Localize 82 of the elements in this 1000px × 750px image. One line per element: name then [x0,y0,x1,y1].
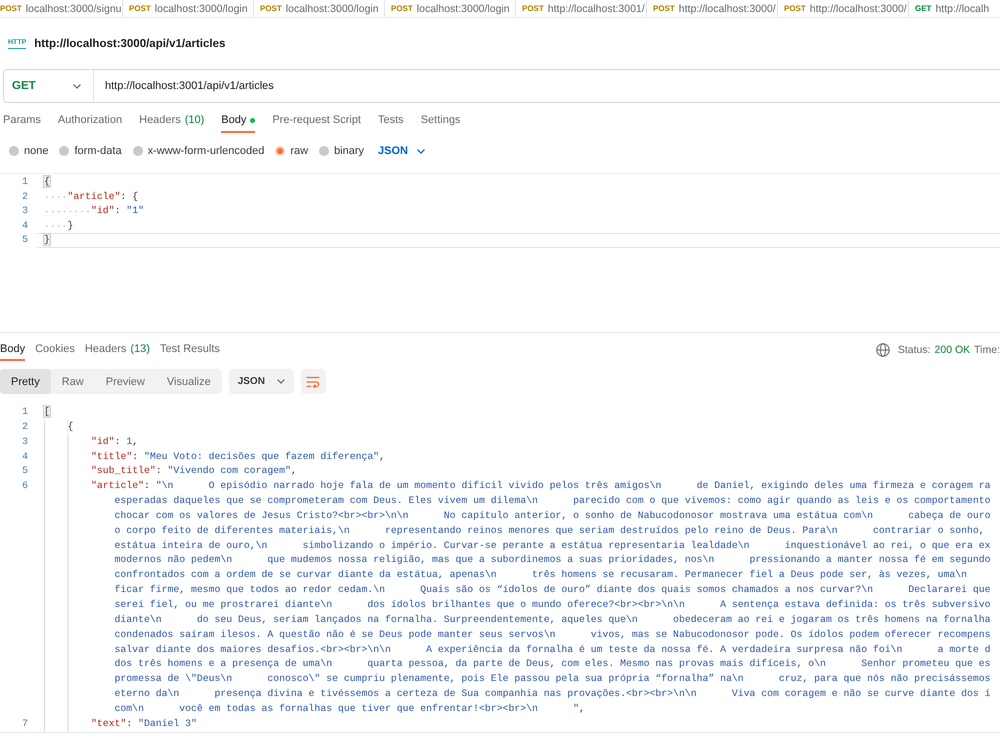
request-section-tab[interactable]: Body [221,109,256,133]
code-line: { [68,420,74,434]
request-section-tab[interactable]: Settings [420,109,460,133]
view-tab[interactable]: Visualize [156,369,222,394]
request-tab[interactable]: POST localhost:3000/login [253,0,384,17]
code-line: } [68,218,74,232]
code-line: modernos não pedem\n que mudemos nossa religião, mas que a subordinemos a suas prioridades, nos\n pressionando a manter nossa fé em segundo [114,553,991,568]
code-line: confrontados com a ordem de se curvar diante da estátua, apenas\n três homens se recusaram. Permanecer fiel a Deus pode ser, às vezes, uma\n [114,568,968,582]
line-number: 3 [21,204,29,218]
code-line: "title": "Meu Voto: decisões que fazem diferença", [91,450,386,464]
radio-icon[interactable] [59,146,70,156]
radio-icon[interactable] [132,146,143,156]
request-section-tab[interactable]: Params [3,109,41,133]
radio-option[interactable]: raw [275,145,308,157]
code-line: "sub_title": "Vivendo com coragem", [91,464,297,478]
code-line: "text": "Daniel 3" [91,716,197,731]
chevron-down-icon [276,379,285,384]
line-number: 5 [21,464,29,478]
radio-option[interactable]: x-www-form-urlencoded [132,145,264,157]
language-dropdown[interactable]: JSON [228,369,294,394]
request-section-tab[interactable]: Tests [378,109,404,133]
request-tab[interactable]: POST localhost:3000/login [384,0,515,17]
response-section-tab[interactable]: Headers (13) [84,339,150,361]
wrap-lines-button[interactable] [300,369,326,394]
line-number: 2 [21,420,29,434]
request-tab[interactable]: POST http://localhost:3000/ [646,0,777,17]
code-line: condenados saíram ilesos. A questão não é se Deus pode manter seus servos\n vivos, mas se Nabucodonosor pode. Os ídolos podem oferecer recompens [114,628,991,642]
status-code: 200 OK [934,344,970,356]
code-line: o corpo feito de diferentes materiais,\n representando reinos menores que seriam destruídos pelo reino de Deus. Para\n contrariar o sonho, [114,524,985,538]
status-label: Status: [898,344,931,356]
code-line: salvar diante dos maiores desafios.<br><br>\n\n A experiência da fornalha é um teste da nossa fé. A verdadeira surpresa não foi\n a morte d [114,642,991,656]
code-line: "article": "\n O episódio narrado hoje fala de um momento difícil vivido pelos três amigos\n de Daniel, exigindo deles uma firmeza e coragem ra [91,479,991,494]
line-number: 1 [21,175,29,189]
line-number: 4 [21,218,29,232]
language-dropdown[interactable]: JSON [378,145,425,157]
code-line: diante\n do seu Deus, seriam lançados na fornalha. Surpreendentemente, aqueles que\n obedeceram ao rei e jogaram os três homens na fornalha [114,612,991,627]
code-line: ficar firme, mesmo que todos ao redor cedam.\n Quais são os “ídolos de ouro” diante dos quais somos chamados a nos curvar?\n Declararei que [114,583,991,598]
code-line: esperadas daqueles que se comprometeram com Deus. Eles vivem um dilema\n parecido com o que vivemos: como agir quando as leis e os comportamento [114,494,991,508]
code-line: com\n você em todas as fornalhas que tiver que enfrentar!<br><br>\n ", [114,702,585,716]
code-line: "article": { [68,190,138,204]
view-tab[interactable]: Pretty [0,369,51,394]
request-tab[interactable]: POST http://localhost:3001/ [515,0,646,17]
globe-icon[interactable] [876,343,890,357]
code-line: "id": 1, [91,434,138,449]
code-line: serei fiel, ou me prostrarei diante\n dos ídolos brilhantes que o mundo oferece?<br><br>\n\n A sentença estava definida: os três subversivo [114,598,991,612]
code-line: eterno da\n presença divina e tivéssemos a certeza de Sua companhia nas provações.<br><br>\n\n Viva com coragem e não se curve diante dos í [114,687,991,702]
request-tab[interactable]: GET http://localh [908,0,1000,17]
radio-option[interactable]: binary [319,145,364,157]
view-tab[interactable]: Preview [94,369,156,394]
request-title: http://localhost:3000/api/v1/articles [34,38,226,50]
line-number: 4 [21,450,29,464]
response-section-tab[interactable]: Test Results [160,339,220,361]
chevron-down-icon [417,148,425,154]
code-line: promessa de \"Deus\n conosco\" se cumpriu plenamente, pois Ele passou pela sua própria “fornalha” na\n cruz, para que nós não precisássemos [114,672,991,686]
line-number: 3 [21,434,29,449]
request-section-tab[interactable]: Pre-request Script [272,109,361,133]
radio-icon[interactable] [319,146,330,156]
url-input[interactable]: http://localhost:3001/api/v1/articles [105,80,274,92]
line-number: 7 [21,716,29,731]
code-line: "id": "1" [91,204,144,218]
radio-icon[interactable] [275,146,286,156]
request-tab[interactable]: POST http://localhost:3000/ [777,0,908,17]
line-number: 5 [21,233,29,247]
chevron-down-icon [73,84,81,88]
code-line: chocar com os valores de Jesus Cristo?<br><br>\n\n No capítulo anterior, o sonho de Nabucodonosor mostrava uma estátua com\n cabeça de ouro [114,508,991,523]
radio-icon[interactable] [9,146,19,156]
radio-option[interactable]: form-data [59,145,122,157]
request-tab[interactable]: POST localhost:3000/signu [0,0,122,17]
request-section-tab[interactable]: Authorization [58,109,122,133]
line-number: 1 [21,405,29,419]
method-dropdown[interactable]: GET [4,70,94,102]
line-number: 2 [21,190,29,204]
radio-option[interactable]: none [9,145,48,157]
line-number: 6 [21,479,29,494]
response-section-tab[interactable]: Body [0,339,26,361]
view-tab[interactable]: Raw [50,369,95,394]
code-line: estátua inteira de ouro,\n simbolizando o império. Curvar-se perante a estátua representaria lealdade\n inquestionável ao rei, o que era ex [114,538,991,553]
response-section-tab[interactable]: Cookies [35,339,75,361]
request-tab[interactable]: POST localhost:3000/login [122,0,253,17]
time-label: Time: [974,344,1000,356]
request-section-tab[interactable]: Headers (10) [139,109,204,133]
code-line: dos três homens e a presença de uma\n quarta pessoa, da parte de Deus, com eles. Mesmo nas provas mais difíceis, o\n Senhor prometeu que es [114,657,991,672]
